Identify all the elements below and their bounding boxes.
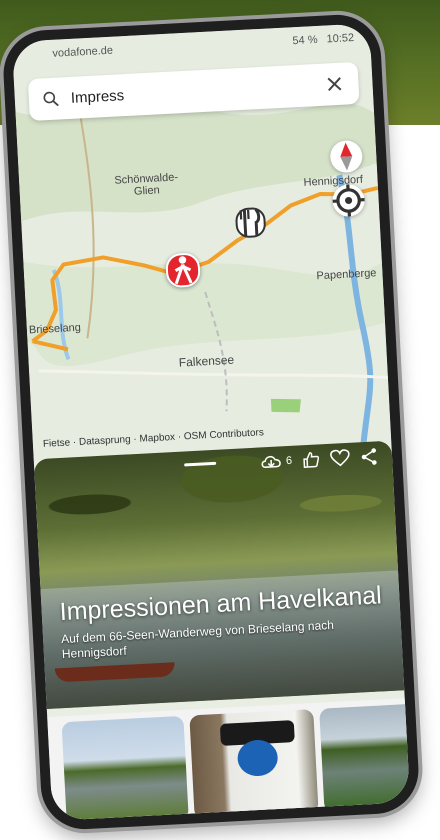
gallery-photo-river[interactable]	[319, 703, 411, 813]
phone-screen: Schönwalde-Glien Hennigsdorf Papenberge …	[11, 23, 411, 821]
restaurant-icon	[239, 208, 261, 237]
status-carrier: vodafone.de	[52, 44, 114, 60]
place-falkensee: Falkensee	[178, 352, 235, 370]
heart-icon[interactable]	[330, 449, 351, 468]
thumbs-up-icon[interactable]	[302, 450, 321, 469]
cloud-download-icon[interactable]	[260, 453, 283, 470]
trail-marker-dot	[236, 738, 279, 778]
search-icon	[43, 91, 59, 107]
search-input[interactable]	[68, 75, 325, 108]
download-count: 6	[285, 454, 293, 468]
locate-button[interactable]	[331, 183, 366, 218]
compass-icon	[340, 142, 353, 171]
status-time: 10:52	[326, 31, 355, 46]
tour-card[interactable]: 6 Impressionen am Havelkanal Auf dem 66-…	[33, 440, 405, 709]
gallery-photo-lake[interactable]	[61, 715, 189, 821]
battery-level: 54 %	[292, 33, 318, 48]
close-icon[interactable]	[324, 74, 345, 95]
position-marker[interactable]	[165, 252, 201, 289]
restaurant-marker[interactable]	[234, 206, 267, 239]
hiker-icon	[174, 256, 193, 285]
compass-button[interactable]	[329, 139, 364, 174]
gallery-photo-trail-marker[interactable]	[189, 709, 319, 820]
place-schoenwalde: Schönwalde-Glien	[114, 171, 179, 198]
share-icon[interactable]	[360, 447, 379, 466]
photo-gallery	[47, 698, 411, 821]
status-right: 54 % 10:52	[292, 32, 354, 47]
phone-frame: Schönwalde-Glien Hennigsdorf Papenberge …	[1, 12, 421, 832]
locate-icon	[332, 184, 365, 217]
